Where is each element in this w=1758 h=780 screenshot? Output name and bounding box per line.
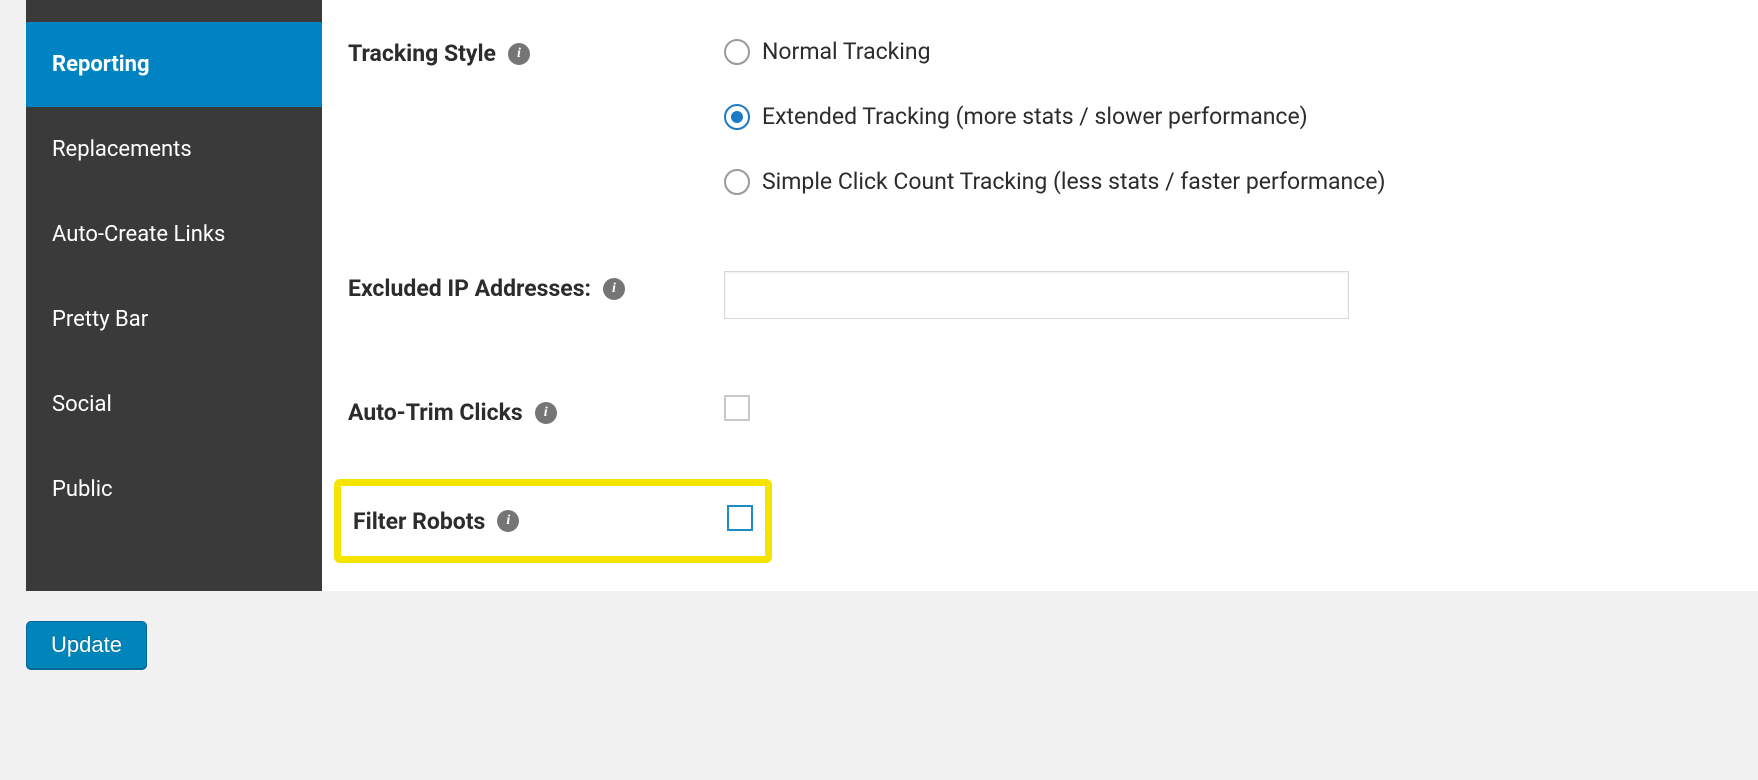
- settings-content: Tracking Style i Normal Tracking Extende…: [322, 0, 1758, 591]
- sidebar-item-reporting[interactable]: Reporting: [26, 22, 322, 107]
- excluded-ips-control: [724, 271, 1758, 319]
- tracking-style-label: Tracking Style i: [348, 36, 724, 67]
- sidebar: Reporting Replacements Auto-Create Links…: [26, 0, 322, 591]
- auto-trim-control: [724, 395, 1758, 427]
- sidebar-item-public[interactable]: Public: [26, 447, 322, 532]
- info-icon[interactable]: i: [508, 43, 530, 65]
- radio-option-normal[interactable]: Normal Tracking: [724, 38, 1758, 65]
- label-text: Tracking Style: [348, 40, 496, 67]
- auto-trim-checkbox[interactable]: [724, 395, 750, 421]
- tracking-style-row: Tracking Style i Normal Tracking Extende…: [348, 28, 1758, 203]
- label-text: Filter Robots: [353, 508, 485, 535]
- auto-trim-label: Auto-Trim Clicks i: [348, 395, 724, 426]
- info-icon[interactable]: i: [497, 510, 519, 532]
- info-icon[interactable]: i: [603, 278, 625, 300]
- tracking-style-control: Normal Tracking Extended Tracking (more …: [724, 36, 1758, 195]
- update-button[interactable]: Update: [26, 621, 147, 669]
- excluded-ips-input[interactable]: [724, 271, 1349, 319]
- label-text: Excluded IP Addresses:: [348, 275, 591, 302]
- radio-label: Normal Tracking: [762, 38, 931, 65]
- sidebar-item-pretty-bar[interactable]: Pretty Bar: [26, 277, 322, 362]
- radio-simple-tracking[interactable]: [724, 169, 750, 195]
- label-text: Auto-Trim Clicks: [348, 399, 523, 426]
- filter-robots-highlight: Filter Robots i: [334, 479, 772, 563]
- filter-robots-label: Filter Robots i: [353, 508, 727, 535]
- filter-robots-checkbox[interactable]: [727, 505, 753, 531]
- filter-robots-control: [727, 505, 753, 537]
- excluded-ips-row: Excluded IP Addresses: i: [348, 263, 1758, 327]
- radio-option-simple[interactable]: Simple Click Count Tracking (less stats …: [724, 168, 1758, 195]
- radio-normal-tracking[interactable]: [724, 39, 750, 65]
- radio-option-extended[interactable]: Extended Tracking (more stats / slower p…: [724, 103, 1758, 130]
- sidebar-spacer: [26, 0, 322, 22]
- sidebar-item-auto-create-links[interactable]: Auto-Create Links: [26, 192, 322, 277]
- radio-extended-tracking[interactable]: [724, 104, 750, 130]
- info-icon[interactable]: i: [535, 402, 557, 424]
- sidebar-item-social[interactable]: Social: [26, 362, 322, 447]
- radio-label: Simple Click Count Tracking (less stats …: [762, 168, 1386, 195]
- sidebar-item-replacements[interactable]: Replacements: [26, 107, 322, 192]
- auto-trim-row: Auto-Trim Clicks i: [348, 387, 1758, 435]
- radio-label: Extended Tracking (more stats / slower p…: [762, 103, 1308, 130]
- tracking-radio-group: Normal Tracking Extended Tracking (more …: [724, 36, 1758, 195]
- excluded-ips-label: Excluded IP Addresses: i: [348, 271, 724, 302]
- update-row: Update: [0, 591, 1758, 669]
